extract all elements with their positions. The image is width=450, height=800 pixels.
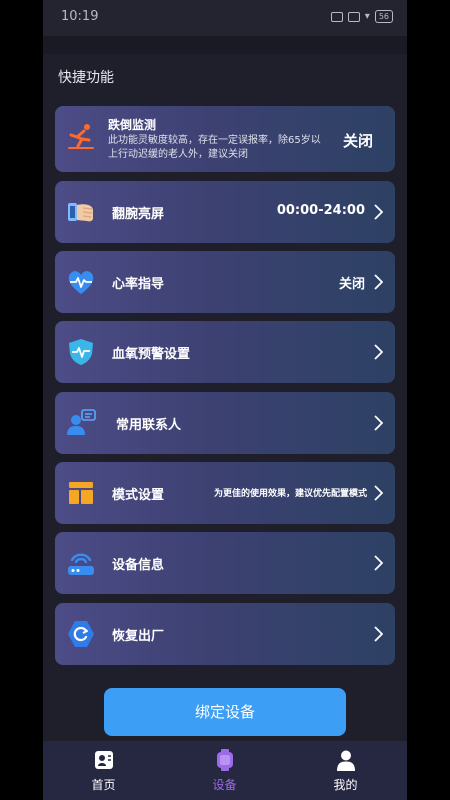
status-icons: ▾ 56 — [330, 10, 393, 23]
layout-panel-icon — [69, 482, 93, 504]
raise-wrist-value: 00:00-24:00 — [276, 203, 365, 218]
section-title: 快捷功能 — [58, 70, 114, 86]
chevron-right-icon — [374, 485, 383, 501]
tab-mine-label: 我的 — [333, 778, 358, 792]
battery-icon: 56 — [374, 10, 393, 23]
mode-settings-card[interactable]: 模式设置 为更佳的使用效果，建议优先配置模式 — [55, 462, 395, 524]
chevron-right-icon — [374, 344, 383, 360]
tab-device[interactable]: 设备 — [164, 741, 285, 800]
fall-detection-description: 此功能灵敏度较高，存在一定误报率，除65岁以上行动迟缓的老人外，建议关闭 — [108, 135, 321, 160]
tab-mine[interactable]: 我的 — [285, 741, 406, 800]
spo2-alert-card[interactable]: 血氧预警设置 — [55, 321, 395, 383]
heart-rate-label: 心率指导 — [112, 277, 165, 292]
header-band — [43, 36, 407, 54]
bind-device-button[interactable]: 绑定设备 — [104, 688, 346, 736]
spo2-alert-label: 血氧预警设置 — [112, 347, 191, 362]
person-icon — [336, 750, 355, 771]
mode-settings-hint: 为更佳的使用效果，建议优先配置模式 — [213, 489, 367, 499]
device-info-card[interactable]: 设备信息 — [55, 532, 395, 594]
tab-home-label: 首页 — [91, 778, 116, 792]
heart-pulse-icon — [68, 271, 94, 294]
heart-rate-card[interactable]: 心率指导 关闭 — [55, 251, 395, 313]
fall-person-icon — [68, 124, 94, 149]
tab-home[interactable]: 首页 — [43, 741, 164, 800]
chevron-right-icon — [374, 555, 383, 571]
chevron-right-icon — [374, 415, 383, 431]
sim2-signal-icon — [347, 11, 360, 22]
contacts-chat-icon — [67, 409, 96, 435]
factory-reset-card[interactable]: 恢复出厂 — [55, 603, 395, 665]
raise-wrist-label: 翻腕亮屏 — [112, 207, 165, 222]
status-bar: 10:19 ▾ 56 — [43, 0, 407, 36]
router-wifi-icon — [68, 553, 94, 575]
contacts-card[interactable]: 常用联系人 — [55, 392, 395, 454]
shield-pulse-icon — [69, 339, 93, 365]
contacts-label: 常用联系人 — [116, 418, 182, 433]
status-time: 10:19 — [61, 9, 99, 24]
wifi-icon: ▾ — [364, 11, 370, 22]
fall-detection-card[interactable]: 跌倒监测 此功能灵敏度较高，存在一定误报率，除65岁以上行动迟缓的老人外，建议关… — [55, 106, 395, 172]
bottom-tab-bar: 首页 设备 我的 — [43, 741, 407, 800]
device-info-label: 设备信息 — [112, 558, 165, 573]
factory-reset-label: 恢复出厂 — [112, 629, 165, 644]
raise-wrist-card[interactable]: 翻腕亮屏 00:00-24:00 — [55, 181, 395, 243]
phone-screen: 10:19 ▾ 56 快捷功能 跌倒监测 此功能灵敏度较高，存在一定误报率，除6… — [43, 0, 407, 800]
tab-device-label: 设备 — [212, 778, 237, 792]
wrist-hand-icon — [68, 203, 93, 222]
fall-detection-state[interactable]: 关闭 — [343, 130, 373, 151]
fall-detection-title: 跌倒监测 — [108, 118, 157, 132]
sim-signal-icon — [330, 11, 343, 22]
chevron-right-icon — [374, 204, 383, 220]
chevron-right-icon — [374, 274, 383, 290]
chevron-right-icon — [374, 626, 383, 642]
hexagon-refresh-icon — [68, 621, 94, 647]
mode-settings-label: 模式设置 — [112, 488, 165, 503]
heart-rate-value: 关闭 — [338, 277, 365, 292]
watch-icon — [216, 749, 233, 771]
home-card-icon — [94, 751, 113, 769]
